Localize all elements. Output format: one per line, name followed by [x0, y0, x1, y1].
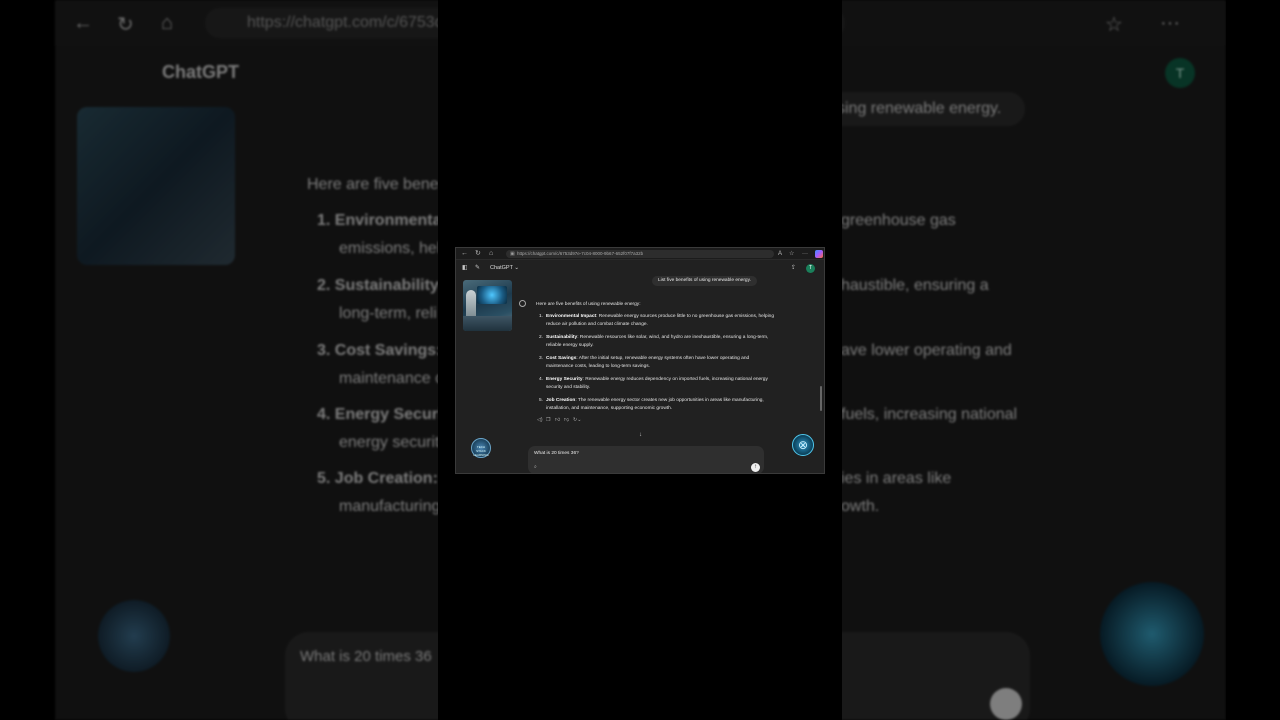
- benefit-title: Sustainability: [546, 334, 578, 340]
- app-header: ◧ ✎ ChatGPT ⌄ ⇪ T: [456, 261, 824, 275]
- bg-send-button: [990, 688, 1022, 720]
- regenerate-icon[interactable]: ↻⌄: [573, 416, 582, 424]
- robot-graphic: [466, 290, 476, 318]
- letterbox-left: [0, 0, 55, 720]
- list-number: 4.: [539, 376, 544, 382]
- read-aloud-icon[interactable]: ◁): [537, 416, 546, 424]
- bg-line: fuels, increasing national: [841, 406, 1018, 423]
- star-icon[interactable]: ☆: [789, 249, 794, 259]
- benefit-title: Environmental Impact: [546, 313, 597, 319]
- genai-logo-icon: ⊗: [797, 438, 809, 452]
- answer-intro: Here are five benefits of using renewabl…: [536, 302, 641, 307]
- benefit-title: Job Creation: [546, 397, 576, 403]
- bg-line: long-term, reli: [339, 305, 437, 322]
- bg-thumbnail: [77, 107, 235, 265]
- bg-line: 5. Job Creation:: [317, 470, 438, 487]
- genai-logo: ⊗: [792, 434, 814, 456]
- thumbs-up-icon[interactable]: 👍︎: [555, 416, 564, 424]
- bg-line: haustible, ensuring a: [841, 277, 989, 294]
- benefit-title: Cost Savings: [546, 355, 577, 361]
- bg-compose-text: What is 20 times 36: [300, 648, 432, 665]
- model-selector[interactable]: ChatGPT ⌄: [490, 263, 519, 273]
- bg-line: ies in areas like: [841, 470, 952, 487]
- read-aloud-icon[interactable]: A: [778, 249, 782, 259]
- more-icon[interactable]: ···: [802, 249, 808, 259]
- bg-line: 1. Environmenta: [317, 212, 442, 229]
- user-message: List five benefits of using renewable en…: [652, 276, 757, 286]
- address-url: https://chatgpt.com/c/6753d97e-7c04-8000…: [517, 251, 644, 256]
- prompt-input[interactable]: What is 20 times 36?: [534, 450, 579, 458]
- copilot-icon[interactable]: [815, 250, 823, 258]
- new-chat-icon[interactable]: ✎: [475, 263, 480, 273]
- bg-line: 3. Cost Savings:: [317, 342, 442, 359]
- scroll-down-arrow-icon[interactable]: ↓: [639, 431, 642, 439]
- thumbs-down-icon[interactable]: 👎︎: [564, 416, 573, 424]
- list-item: 3. Cost Savings: After the initial setup,…: [536, 355, 776, 372]
- back-arrow-icon[interactable]: ←: [461, 249, 468, 259]
- letterbox-right: [1226, 0, 1280, 720]
- bg-app-title: ChatGPT: [162, 62, 240, 82]
- sidebar-toggle-icon[interactable]: ◧: [462, 263, 468, 273]
- send-button[interactable]: ↑: [751, 463, 760, 472]
- robot-thumbnail-image: [463, 280, 512, 331]
- benefit-text: : Renewable resources like solar, wind, …: [546, 334, 769, 349]
- lock-icon: ▣: [510, 251, 515, 257]
- bg-line: maintenance c: [339, 370, 444, 387]
- home-icon[interactable]: ⌂: [489, 249, 493, 259]
- attach-icon[interactable]: ⌕: [534, 463, 537, 471]
- refresh-icon[interactable]: ↻: [475, 249, 481, 259]
- tech-stack-logo: TECH STACK LEARNING: [471, 438, 491, 458]
- assistant-message: Here are five benefits of using renewabl…: [536, 301, 776, 418]
- bg-tech-stack-logo: [98, 600, 170, 672]
- bg-star-icon: ☆: [1105, 14, 1123, 36]
- bg-avatar: T: [1165, 58, 1195, 88]
- copy-icon[interactable]: ❐: [546, 416, 555, 424]
- list-item: 1. Environmental Impact: Renewable energy…: [536, 313, 776, 330]
- chevron-down-icon: ⌄: [514, 265, 519, 271]
- scrollbar[interactable]: [820, 386, 822, 411]
- browser-toolbar: ← ↻ ⌂ ▣ https://chatgpt.com/c/6753d97e-7…: [456, 248, 824, 260]
- bg-user-message: sing renewable energy.: [825, 92, 1025, 126]
- browser-window: ← ↻ ⌂ ▣ https://chatgpt.com/c/6753d97e-7…: [455, 247, 825, 474]
- chatgpt-logo-icon: [519, 300, 526, 307]
- bg-more-icon: ···: [1160, 12, 1180, 34]
- bg-home-icon: ⌂: [161, 12, 174, 34]
- bg-refresh-icon: ↻: [117, 14, 134, 36]
- bg-line: emissions, hel: [339, 240, 441, 257]
- share-icon[interactable]: ⇪: [791, 263, 796, 273]
- tech-stack-logo-text: TECH STACK LEARNING: [473, 445, 489, 457]
- brain-screen-graphic: [477, 286, 507, 304]
- desk-graphic: [463, 316, 512, 331]
- list-item: 4. Energy Security: Renewable energy redu…: [536, 376, 776, 393]
- bg-line: energy securit: [339, 434, 440, 451]
- bg-line: 2. Sustainability:: [317, 277, 445, 294]
- bg-back-icon: ←: [73, 12, 93, 34]
- benefits-list: 1. Environmental Impact: Renewable energy…: [536, 313, 776, 414]
- benefit-text: : The renewable energy sector creates ne…: [546, 397, 764, 412]
- list-item: 2. Sustainability: Renewable resources li…: [536, 334, 776, 351]
- bg-line: manufacturing: [339, 498, 441, 515]
- list-item: 5. Job Creation: The renewable energy sec…: [536, 397, 776, 414]
- compose-box[interactable]: What is 20 times 36? ⌕ ↑: [528, 446, 764, 473]
- bg-genai-logo: [1100, 582, 1204, 686]
- list-number: 2.: [539, 334, 544, 340]
- bg-line: owth.: [841, 498, 880, 515]
- list-number: 3.: [539, 355, 544, 361]
- list-number: 1.: [539, 313, 544, 319]
- bg-line: greenhouse gas: [841, 212, 956, 229]
- avatar[interactable]: T: [806, 264, 815, 273]
- bg-line: 4. Energy Securi: [317, 406, 443, 423]
- address-bar[interactable]: ▣ https://chatgpt.com/c/6753d97e-7c04-80…: [506, 250, 774, 258]
- benefit-title: Energy Security: [546, 376, 583, 382]
- benefit-text: : After the initial setup, renewable ene…: [546, 355, 750, 370]
- app-title: ChatGPT: [490, 265, 513, 271]
- bg-line: ave lower operating and: [841, 342, 1012, 359]
- list-number: 5.: [539, 397, 544, 403]
- bg-line: Here are five bene: [307, 176, 439, 193]
- message-actions: ◁) ❐ 👍︎ 👎︎ ↻⌄: [537, 416, 582, 424]
